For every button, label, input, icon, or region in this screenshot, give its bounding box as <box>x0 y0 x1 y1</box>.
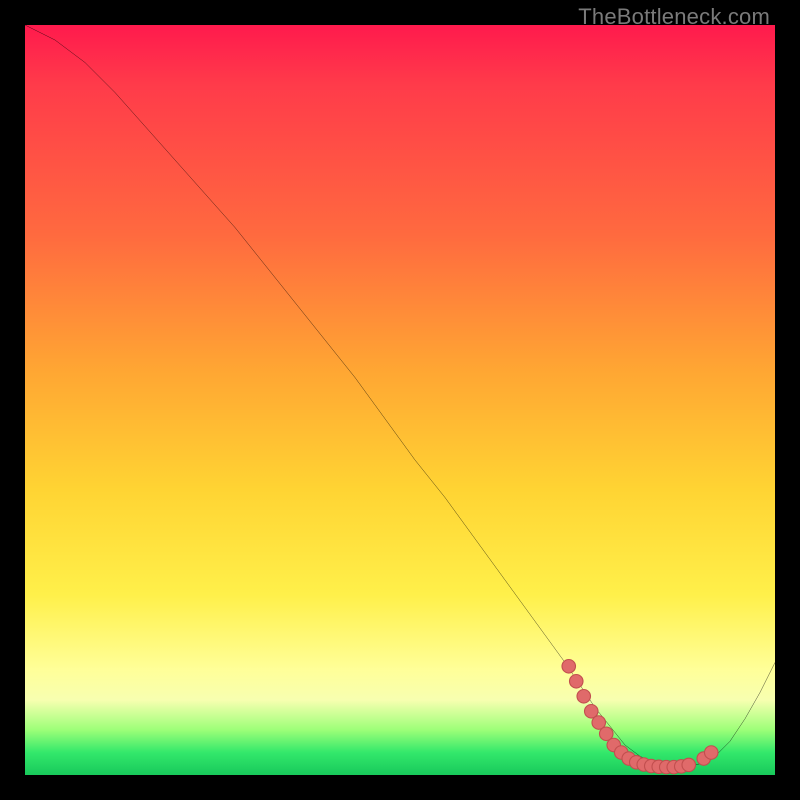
bottleneck-curve <box>25 25 775 768</box>
data-point <box>577 690 591 704</box>
data-point <box>562 660 576 674</box>
marker-cluster <box>562 660 718 774</box>
plot-area <box>25 25 775 775</box>
data-point <box>705 746 719 760</box>
curve-layer <box>25 25 775 775</box>
chart-stage: TheBottleneck.com <box>0 0 800 800</box>
data-point <box>570 675 584 689</box>
data-point <box>682 758 696 772</box>
